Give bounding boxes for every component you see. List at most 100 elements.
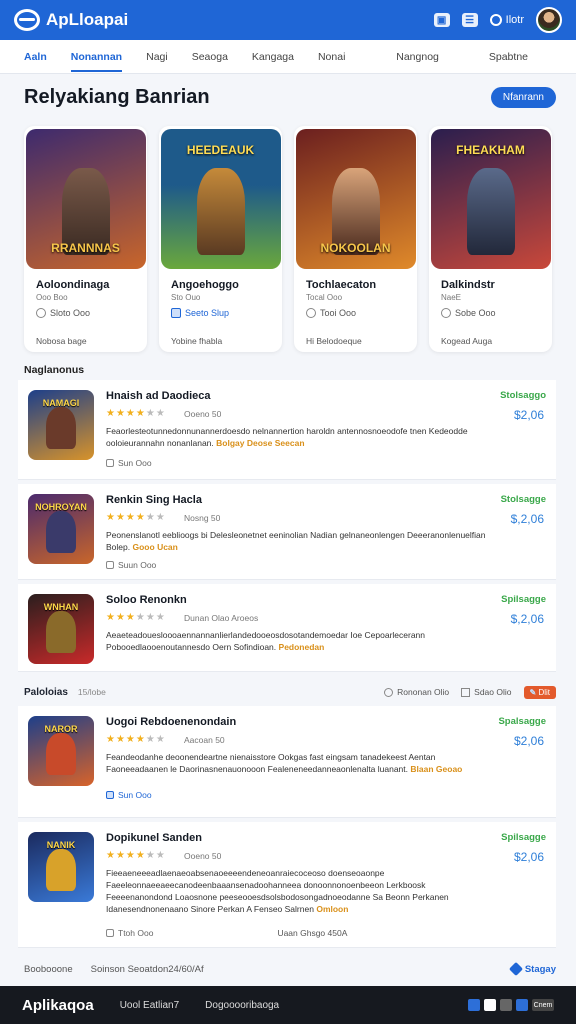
row-title: Hnaish ad Daodieca [106, 390, 211, 402]
nav-tabs: Aaln Nonannan Nagi Seaoga Kangaga Nonai … [0, 40, 576, 74]
card-image: NOKOOLAN [295, 129, 416, 269]
row-footer: Sun Ooo [106, 458, 152, 468]
user-icon [489, 14, 502, 26]
star-rating: ★★★★★★ [106, 734, 166, 745]
row-thumbnail: NAROR [28, 716, 94, 786]
card-title: Dalkindstr [441, 279, 495, 291]
card-subtitle: Tocal Ooo [306, 293, 343, 302]
card-subtitle: NaeE [441, 293, 462, 302]
tab-right-0[interactable]: Nangnog [396, 40, 439, 74]
checkbox-icon [461, 688, 471, 698]
user-menu[interactable]: Ilotr [489, 14, 524, 26]
section-heading-row: Paloloias 15/lobe Rononan Olio Sdao Olio… [24, 684, 556, 700]
card-image: HEEDEAUK [160, 129, 281, 269]
section-heading: Paloloias [24, 686, 68, 698]
card-title: Tochlaecaton [306, 279, 377, 291]
tab-5[interactable]: Nonai [318, 40, 345, 74]
row-title: Dopikunel Sanden [106, 832, 202, 844]
rating-text: Aacoan 50 [184, 735, 225, 745]
card-title: Aoloondinaga [36, 279, 110, 291]
rating-text: Ooeno 50 [184, 851, 222, 861]
row-description: Fieeaeneeeadlaenaeoabsenaoeeeendeneoanra… [106, 868, 449, 914]
primary-button[interactable]: Nfanrann [490, 86, 556, 108]
twitter-icon[interactable] [516, 999, 528, 1011]
radio-icon [384, 688, 394, 698]
grid-icon[interactable]: ☰ [461, 13, 478, 27]
card-foot: Kogead Auga [441, 336, 493, 346]
logo-text: ApLloapai [46, 10, 129, 29]
footer-link[interactable]: Uool Eatlian7 [120, 1000, 179, 1011]
card-meta: Seeto Slup [171, 308, 270, 318]
row-description: Feaorlesteotunnedonnunannerdoesdo nelnan… [106, 426, 468, 448]
tab-4[interactable]: Kangaga [252, 40, 294, 74]
card-meta: Tooi Ooo [306, 308, 405, 318]
share-icon[interactable] [500, 999, 512, 1011]
calendar-icon [106, 791, 114, 799]
star-rating: ★★★★★★ [106, 612, 166, 623]
calendar-icon [106, 459, 114, 467]
card-art-text: NOKOOLAN [320, 241, 391, 255]
card-foot: Yobine fhabla [171, 336, 223, 346]
bottom-mid-text: Soinson Seoatdon24/60/Af [90, 963, 204, 975]
row-description: Aeaeteadouesloooaennannanlierlandedooeos… [106, 630, 426, 652]
featured-cards: RRANNNAS Aoloondinaga Ooo Boo Sloto Ooo … [24, 126, 552, 352]
section-heading: Naglanonus [24, 364, 85, 376]
tab-0[interactable]: Aaln [24, 40, 47, 74]
tab-2[interactable]: Nagi [146, 40, 168, 74]
instagram-icon[interactable] [484, 999, 496, 1011]
card-meta: Sobe Ooo [441, 308, 540, 318]
featured-card[interactable]: NOKOOLAN Tochlaecaton Tocal Ooo Tooi Ooo… [294, 126, 417, 352]
list-item[interactable]: NAROR Uogoi Rebdoenenondain ★★★★★★ Aacoa… [18, 706, 556, 818]
bottom-strip: Boobooone Soinson Seoatdon24/60/Af Staga… [24, 960, 556, 978]
card-art-text: RRANNNAS [51, 241, 120, 255]
page-title: Relyakiang Banrian [24, 85, 210, 108]
tab-1[interactable]: Nonannan [70, 40, 123, 74]
row-thumbnail: WNHAN [28, 594, 94, 664]
view-toggle[interactable]: Sdao Olio [461, 687, 512, 698]
app-logo[interactable]: ApLloapai [14, 9, 128, 31]
status-badge: Stolsaggo [500, 390, 546, 401]
rating-text: Dunan Olao Aroeos [184, 613, 259, 623]
tab-right-1[interactable]: Spabtne [489, 40, 528, 74]
card-subtitle: Sto Ouo [171, 293, 201, 302]
list-item[interactable]: NAMAGI Hnaish ad Daodieca ★★★★★★ Ooeno 5… [18, 380, 556, 480]
row-footer: Sun Ooo [106, 790, 152, 800]
calendar-icon [106, 929, 114, 937]
list-item[interactable]: NOHROYAN Renkin Sing Hacla ★★★★★★ Nosng … [18, 484, 556, 580]
row-description: Peonenslanotl eeblioogs bi Delesleonetne… [106, 530, 486, 552]
facebook-icon[interactable] [468, 999, 480, 1011]
clock-icon [36, 308, 46, 318]
star-rating: ★★★★★★ [106, 408, 166, 419]
card-art-text: FHEAKHAM [456, 143, 525, 157]
card-image: RRANNNAS [25, 129, 146, 269]
footer-badge[interactable]: Cnem [532, 999, 554, 1011]
featured-card[interactable]: FHEAKHAM Dalkindstr NaeE Sobe Ooo Kogead… [429, 126, 552, 352]
tab-3[interactable]: Seaoga [192, 40, 228, 74]
footer-link[interactable]: Dogooooribaoga [205, 1000, 279, 1011]
row-description: Feandeodanhe deoonendeartne nienaisstore… [106, 752, 463, 774]
calendar-icon [106, 561, 114, 569]
rating-text: Ooeno 50 [184, 409, 222, 419]
section-count: 15/lobe [77, 687, 106, 697]
price: $,2,06 [510, 612, 544, 626]
status-badge: Spalsagge [498, 716, 546, 727]
footer-logo[interactable]: Aplikaqoa [22, 997, 94, 1014]
featured-card[interactable]: HEEDEAUK Angoehoggo Sto Ouo Seeto Slup Y… [159, 126, 282, 352]
bottom-left-text: Boobooone [24, 963, 73, 975]
row-title: Soloo Renonkn [106, 594, 187, 606]
filter-toggle[interactable]: Rononan Olio [384, 687, 449, 698]
avatar[interactable] [536, 7, 562, 33]
app-footer: Aplikaqoa Uool Eatlian7 Dogooooribaoga C… [0, 986, 576, 1024]
bookmark-icon[interactable]: ▣ [433, 13, 450, 27]
card-meta: Sloto Ooo [36, 308, 135, 318]
bottom-link[interactable]: Stagay [508, 961, 556, 977]
list-item[interactable]: WNHAN Soloo Renonkn ★★★★★★ Dunan Olao Ar… [18, 584, 556, 672]
diamond-icon [508, 961, 523, 977]
logo-icon [14, 9, 40, 31]
row-thumbnail: NAMAGI [28, 390, 94, 460]
edit-button[interactable]: ✎ Dlit [523, 685, 556, 699]
title-row: Relyakiang Banrian Nfanrann [24, 82, 556, 112]
list-item[interactable]: NANIK Dopikunel Sanden ★★★★★★ Ooeno 50 F… [18, 822, 556, 948]
price: $2,06 [513, 734, 544, 748]
featured-card[interactable]: RRANNNAS Aoloondinaga Ooo Boo Sloto Ooo … [24, 126, 147, 352]
